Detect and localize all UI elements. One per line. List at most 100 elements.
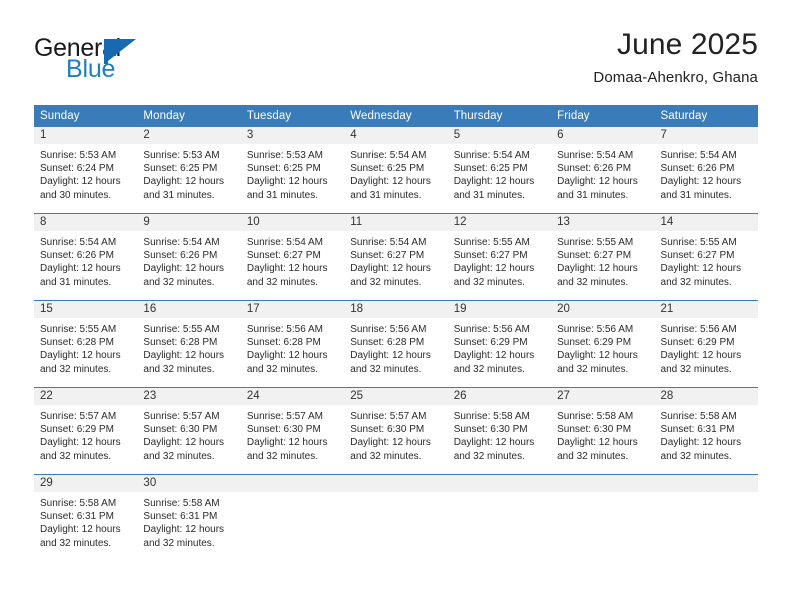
sunrise-text: Sunrise: 5:58 AM [143,498,220,509]
day-number-band: 29 [34,475,138,492]
calendar-day-cell[interactable]: 13 Sunrise: 5:55 AM Sunset: 6:27 PM Dayligh… [551,213,655,301]
brand-logo[interactable]: General Blue [34,36,254,92]
calendar-day-cell[interactable]: 8 Sunrise: 5:54 AM Sunset: 6:26 PM Daylight… [34,213,138,301]
calendar-day-cell[interactable]: 18 Sunrise: 5:56 AM Sunset: 6:28 PM Dayligh… [344,300,448,388]
day-number-band: 17 [240,301,345,318]
sunset-text: Sunset: 6:30 PM [453,424,528,436]
day-number: 8 [40,216,47,228]
calendar-day-cell[interactable]: 27 Sunrise: 5:58 AM Sunset: 6:30 PM Dayligh… [551,387,655,475]
day-cell-content [240,475,345,561]
day-cell-content: 26 Sunrise: 5:58 AM Sunset: 6:30 PM Dayligh… [447,388,552,474]
day-number-band: 10 [240,214,345,231]
sunrise-text: Sunrise: 5:54 AM [350,150,427,161]
day-info: Sunrise: 5:54 AM Sunset: 6:27 PM Daylight:… [344,231,447,289]
day-number: 1 [40,129,47,141]
day-number-band: 24 [240,388,345,405]
daylight-text: Daylight: 12 hours and 31 minutes. [350,176,431,201]
sunset-text: Sunset: 6:25 PM [143,163,218,175]
calendar-day-cell[interactable]: 25 Sunrise: 5:57 AM Sunset: 6:30 PM Dayligh… [344,387,448,475]
calendar-day-cell[interactable]: 4 Sunrise: 5:54 AM Sunset: 6:25 PM Daylight… [344,127,448,214]
day-info: Sunrise: 5:56 AM Sunset: 6:29 PM Daylight:… [551,318,654,376]
daylight-text: Daylight: 12 hours and 31 minutes. [40,263,121,288]
calendar-day-cell[interactable]: 20 Sunrise: 5:56 AM Sunset: 6:29 PM Dayligh… [551,300,655,388]
sunset-text: Sunset: 6:30 PM [350,424,425,436]
day-number-band: 14 [654,214,758,231]
day-number: 6 [557,129,564,141]
day-cell-content: 6 Sunrise: 5:54 AM Sunset: 6:26 PM Daylight… [551,127,655,213]
daylight-text: Daylight: 12 hours and 32 minutes. [660,263,742,288]
calendar-day-cell[interactable]: 28 Sunrise: 5:58 AM Sunset: 6:31 PM Dayligh… [654,387,758,475]
day-number: 16 [143,303,157,315]
calendar-day-cell[interactable]: 10 Sunrise: 5:54 AM Sunset: 6:27 PM Dayligh… [240,213,345,301]
daylight-text: Daylight: 12 hours and 32 minutes. [350,437,431,462]
day-info: Sunrise: 5:55 AM Sunset: 6:27 PM Daylight:… [448,231,551,289]
day-number-band: 23 [137,388,241,405]
calendar-day-cell[interactable]: 30 Sunrise: 5:58 AM Sunset: 6:31 PM Dayligh… [137,474,241,561]
day-info: Sunrise: 5:54 AM Sunset: 6:25 PM Daylight:… [448,144,551,202]
day-number: 5 [453,129,461,141]
daylight-text: Daylight: 12 hours and 32 minutes. [143,350,225,375]
calendar-day-cell[interactable]: 5 Sunrise: 5:54 AM Sunset: 6:25 PM Daylight… [447,127,552,214]
day-info [448,492,551,497]
day-cell-content: 14 Sunrise: 5:55 AM Sunset: 6:27 PM Dayligh… [654,214,758,300]
day-info: Sunrise: 5:54 AM Sunset: 6:25 PM Daylight:… [344,144,447,202]
calendar-day-cell[interactable]: 2 Sunrise: 5:53 AM Sunset: 6:25 PM Daylight… [137,127,241,214]
calendar-day-cell[interactable]: 3 Sunrise: 5:53 AM Sunset: 6:25 PM Daylight… [240,127,345,214]
sunset-text: Sunset: 6:27 PM [246,250,321,262]
daylight-text: Daylight: 12 hours and 32 minutes. [350,263,431,288]
calendar-day-cell[interactable]: 9 Sunrise: 5:54 AM Sunset: 6:26 PM Daylight… [137,213,241,301]
daylight-text: Daylight: 12 hours and 31 minutes. [143,176,225,201]
day-info: Sunrise: 5:53 AM Sunset: 6:25 PM Daylight:… [137,144,240,202]
day-number: 13 [557,216,570,228]
calendar-day-cell[interactable]: 17 Sunrise: 5:56 AM Sunset: 6:28 PM Dayligh… [240,300,345,388]
calendar-day-cell[interactable]: 22 Sunrise: 5:57 AM Sunset: 6:29 PM Dayligh… [34,387,138,475]
day-number: 2 [143,129,150,141]
calendar-day-cell[interactable]: 29 Sunrise: 5:58 AM Sunset: 6:31 PM Dayligh… [34,474,138,561]
calendar-day-cell[interactable]: 24 Sunrise: 5:57 AM Sunset: 6:30 PM Dayligh… [240,387,345,475]
sunrise-text: Sunrise: 5:54 AM [660,150,737,161]
calendar-day-cell[interactable]: 1 Sunrise: 5:53 AM Sunset: 6:24 PM Daylight… [34,127,138,214]
day-number-band: 3 [240,127,345,144]
weekday-header-row: Sunday Monday Tuesday Wednesday Thursday… [34,105,758,127]
page-title: June 2025 [616,28,758,61]
day-number-band: 20 [551,301,655,318]
calendar-day-cell[interactable]: 7 Sunrise: 5:54 AM Sunset: 6:26 PM Daylight… [654,127,758,214]
calendar-week-row: 22 Sunrise: 5:57 AM Sunset: 6:29 PM Dayligh… [34,387,758,475]
calendar-day-cell[interactable]: 12 Sunrise: 5:55 AM Sunset: 6:27 PM Dayligh… [447,213,552,301]
calendar-day-cell[interactable]: 23 Sunrise: 5:57 AM Sunset: 6:30 PM Dayligh… [137,387,241,475]
calendar-day-cell[interactable]: 11 Sunrise: 5:54 AM Sunset: 6:27 PM Dayligh… [344,213,448,301]
day-number: 21 [660,303,674,315]
sunrise-text: Sunrise: 5:54 AM [40,237,117,248]
day-info: Sunrise: 5:54 AM Sunset: 6:27 PM Daylight:… [241,231,344,289]
calendar-day-cell[interactable]: 26 Sunrise: 5:58 AM Sunset: 6:30 PM Dayligh… [447,387,552,475]
day-info: Sunrise: 5:58 AM Sunset: 6:31 PM Daylight:… [655,405,758,463]
calendar-week-row: 29 Sunrise: 5:58 AM Sunset: 6:31 PM Dayligh… [34,474,758,561]
sunset-text: Sunset: 6:31 PM [40,511,114,523]
day-number-band: 15 [34,301,138,318]
day-info: Sunrise: 5:58 AM Sunset: 6:30 PM Daylight:… [551,405,654,463]
weekday-header-thursday: Thursday [447,105,552,127]
sunset-text: Sunset: 6:28 PM [350,337,425,349]
calendar-day-cell[interactable]: 6 Sunrise: 5:54 AM Sunset: 6:26 PM Daylight… [551,127,655,214]
calendar-day-cell[interactable]: 16 Sunrise: 5:55 AM Sunset: 6:28 PM Dayligh… [137,300,241,388]
calendar-day-cell[interactable]: 19 Sunrise: 5:56 AM Sunset: 6:29 PM Dayligh… [447,300,552,388]
day-number-band: 8 [34,214,138,231]
day-number: 22 [40,390,53,402]
daylight-text: Daylight: 12 hours and 32 minutes. [143,263,225,288]
day-cell-content: 3 Sunrise: 5:53 AM Sunset: 6:25 PM Daylight… [240,127,345,213]
day-info [655,492,758,497]
day-number-band: 7 [654,127,758,144]
calendar-day-cell[interactable]: 14 Sunrise: 5:55 AM Sunset: 6:27 PM Dayligh… [654,213,758,301]
day-info: Sunrise: 5:54 AM Sunset: 6:26 PM Daylight:… [655,144,758,202]
day-number [655,475,758,477]
day-number-band: 1 [34,127,138,144]
sunrise-text: Sunrise: 5:55 AM [143,324,220,335]
day-cell-content: 18 Sunrise: 5:56 AM Sunset: 6:28 PM Dayligh… [344,301,448,387]
day-info: Sunrise: 5:55 AM Sunset: 6:27 PM Daylight:… [655,231,758,289]
calendar-day-cell[interactable]: 15 Sunrise: 5:55 AM Sunset: 6:28 PM Dayligh… [34,300,138,388]
day-number: 25 [350,390,364,402]
sunset-text: Sunset: 6:24 PM [40,163,114,175]
calendar-day-cell[interactable]: 21 Sunrise: 5:56 AM Sunset: 6:29 PM Dayligh… [654,300,758,388]
day-info: Sunrise: 5:57 AM Sunset: 6:30 PM Daylight:… [137,405,240,463]
day-info: Sunrise: 5:55 AM Sunset: 6:28 PM Daylight:… [137,318,240,376]
